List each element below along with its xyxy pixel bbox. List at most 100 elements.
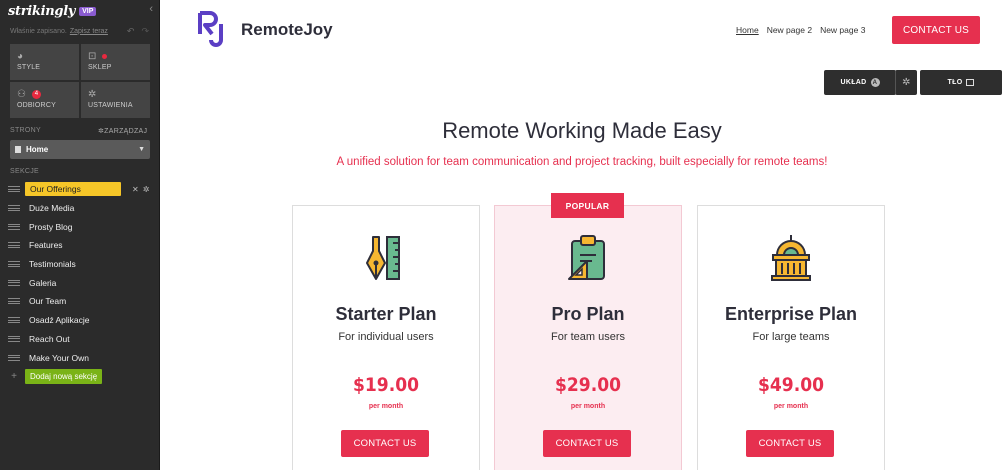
section-settings-button[interactable]: ✲ bbox=[895, 70, 917, 95]
sections-label: SEKCJE bbox=[10, 168, 40, 175]
section-name: Reach Out bbox=[29, 333, 70, 344]
building-icon bbox=[771, 235, 811, 281]
section-item[interactable]: Osadź Aplikacje bbox=[8, 311, 158, 330]
section-name: Duże Media bbox=[29, 203, 75, 214]
section-name: Make Your Own bbox=[29, 352, 90, 363]
notification-dot bbox=[102, 53, 108, 59]
section-name: Osadź Aplikacje bbox=[29, 315, 90, 326]
section-item[interactable]: Features bbox=[8, 236, 158, 255]
plan-period[interactable]: per month bbox=[293, 403, 479, 410]
section-list: Our Offerings ✕ ✲ Duże Media Prosty Blog … bbox=[8, 180, 158, 386]
manage-pages-link[interactable]: ✲ZARZĄDZAJ bbox=[98, 127, 147, 135]
drag-handle-icon[interactable] bbox=[8, 261, 20, 268]
tile-label: USTAWIENIA bbox=[88, 102, 133, 109]
drag-handle-icon[interactable] bbox=[8, 298, 20, 305]
sidebar-header: strikingly VIP ‹ bbox=[0, 0, 159, 22]
add-section-row: + Dodaj nową sekcję bbox=[8, 368, 158, 386]
plan-title[interactable]: Starter Plan bbox=[293, 304, 479, 325]
section-item[interactable]: Our Offerings ✕ ✲ bbox=[8, 180, 158, 199]
section-item[interactable]: Duże Media bbox=[8, 199, 158, 218]
drag-handle-icon[interactable] bbox=[8, 186, 20, 193]
tile-label: STYLE bbox=[17, 64, 41, 71]
current-page-label: Home bbox=[26, 145, 49, 154]
background-label: TŁO bbox=[947, 79, 963, 86]
plan-period[interactable]: per month bbox=[495, 403, 681, 410]
drag-handle-icon[interactable] bbox=[8, 354, 20, 361]
site-logo-icon[interactable] bbox=[197, 10, 227, 48]
section-item[interactable]: Make Your Own bbox=[8, 348, 158, 367]
design-tools-icon bbox=[366, 236, 400, 280]
plan-price[interactable]: $49.00 bbox=[698, 374, 884, 396]
plan-title[interactable]: Enterprise Plan bbox=[698, 304, 884, 325]
section-item[interactable]: Testimonials bbox=[8, 255, 158, 274]
site-preview: RemoteJoy Home New page 2 New page 3 CON… bbox=[161, 0, 1003, 470]
header-contact-button[interactable]: CONTACT US bbox=[892, 16, 980, 44]
drag-handle-icon[interactable] bbox=[8, 335, 20, 342]
gear-icon: ✲ bbox=[88, 88, 97, 100]
section-item[interactable]: Prosty Blog bbox=[8, 217, 158, 236]
plan-contact-button[interactable]: CONTACT US bbox=[341, 430, 429, 457]
add-section-button[interactable]: Dodaj nową sekcję bbox=[25, 369, 103, 385]
site-nav: Home New page 2 New page 3 bbox=[736, 25, 865, 35]
background-button[interactable]: TŁO bbox=[920, 70, 1002, 95]
plan-period[interactable]: per month bbox=[698, 403, 884, 410]
plan-price[interactable]: $29.00 bbox=[495, 374, 681, 396]
drag-handle-icon[interactable] bbox=[8, 242, 20, 249]
redo-icon[interactable]: ↷ bbox=[141, 26, 149, 37]
drag-handle-icon[interactable] bbox=[8, 279, 20, 286]
plan-contact-button[interactable]: CONTACT US bbox=[746, 430, 834, 457]
section-item[interactable]: Our Team bbox=[8, 292, 158, 311]
plan-subtitle[interactable]: For team users bbox=[495, 331, 681, 343]
tile-style[interactable]: ◕ STYLE bbox=[10, 44, 79, 80]
audience-count-badge: 4 bbox=[31, 89, 41, 99]
page-selector[interactable]: Home ▼ bbox=[10, 140, 150, 159]
layout-variant-badge: A bbox=[870, 78, 880, 87]
plus-icon: + bbox=[11, 371, 17, 383]
section-item[interactable]: Galeria bbox=[8, 273, 158, 292]
saved-status-text: Właśnie zapisano. bbox=[10, 27, 67, 35]
drag-handle-icon[interactable] bbox=[8, 205, 20, 212]
tile-store[interactable]: ⊡ SKLEP bbox=[81, 44, 150, 80]
save-status: Właśnie zapisano. Zapisz teraz ↶ ↷ bbox=[0, 22, 159, 40]
pricing-card-enterprise: Enterprise Plan For large teams $49.00 p… bbox=[697, 205, 885, 470]
undo-icon[interactable]: ↶ bbox=[127, 26, 135, 37]
collapse-sidebar-icon[interactable]: ‹ bbox=[149, 3, 153, 15]
gear-icon: ✲ bbox=[902, 77, 911, 88]
tile-settings[interactable]: ✲ USTAWIENIA bbox=[81, 82, 150, 118]
drag-handle-icon[interactable] bbox=[8, 223, 20, 230]
section-name: Galeria bbox=[29, 277, 57, 288]
plan-title[interactable]: Pro Plan bbox=[495, 304, 681, 325]
section-name: Prosty Blog bbox=[29, 221, 73, 232]
section-name: Our Offerings bbox=[25, 182, 121, 197]
shopping-bag-icon: ⊡ bbox=[88, 50, 97, 62]
tile-label: ODBIORCY bbox=[17, 102, 56, 109]
close-icon[interactable]: ✕ bbox=[132, 185, 139, 194]
nav-link-page-2[interactable]: New page 2 bbox=[767, 25, 812, 35]
nav-link-page-3[interactable]: New page 3 bbox=[820, 25, 865, 35]
plan-subtitle[interactable]: For individual users bbox=[293, 331, 479, 343]
users-icon: ⚇ bbox=[17, 88, 26, 100]
pricing-card-pro: Pro Plan For team users $29.00 per month… bbox=[494, 205, 682, 470]
section-item[interactable]: Reach Out bbox=[8, 330, 158, 349]
vip-badge: VIP bbox=[79, 6, 97, 16]
plan-price[interactable]: $19.00 bbox=[293, 374, 479, 396]
plan-contact-button[interactable]: CONTACT US bbox=[543, 430, 631, 457]
section-subtitle[interactable]: A unified solution for team communicatio… bbox=[161, 156, 1003, 168]
section-name: Testimonials bbox=[29, 259, 76, 270]
save-now-link[interactable]: Zapisz teraz bbox=[70, 28, 108, 35]
editor-sidebar: strikingly VIP ‹ Właśnie zapisano. Zapis… bbox=[0, 0, 160, 470]
gear-icon[interactable]: ✲ bbox=[143, 185, 150, 194]
section-name: Our Team bbox=[29, 296, 67, 307]
brand-logo: strikingly bbox=[8, 3, 76, 19]
site-name[interactable]: RemoteJoy bbox=[241, 20, 333, 40]
layout-button[interactable]: UKŁAD A bbox=[824, 70, 896, 95]
clipboard-icon bbox=[568, 235, 605, 280]
image-icon bbox=[966, 79, 975, 86]
nav-link-home[interactable]: Home bbox=[736, 25, 759, 35]
drag-handle-icon[interactable] bbox=[8, 317, 20, 324]
tile-audience[interactable]: ⚇ 4 ODBIORCY bbox=[10, 82, 79, 118]
pages-label: STRONY bbox=[10, 127, 41, 134]
plan-subtitle[interactable]: For large teams bbox=[698, 331, 884, 343]
section-title[interactable]: Remote Working Made Easy bbox=[161, 118, 1003, 144]
palette-icon: ◕ bbox=[17, 50, 24, 62]
